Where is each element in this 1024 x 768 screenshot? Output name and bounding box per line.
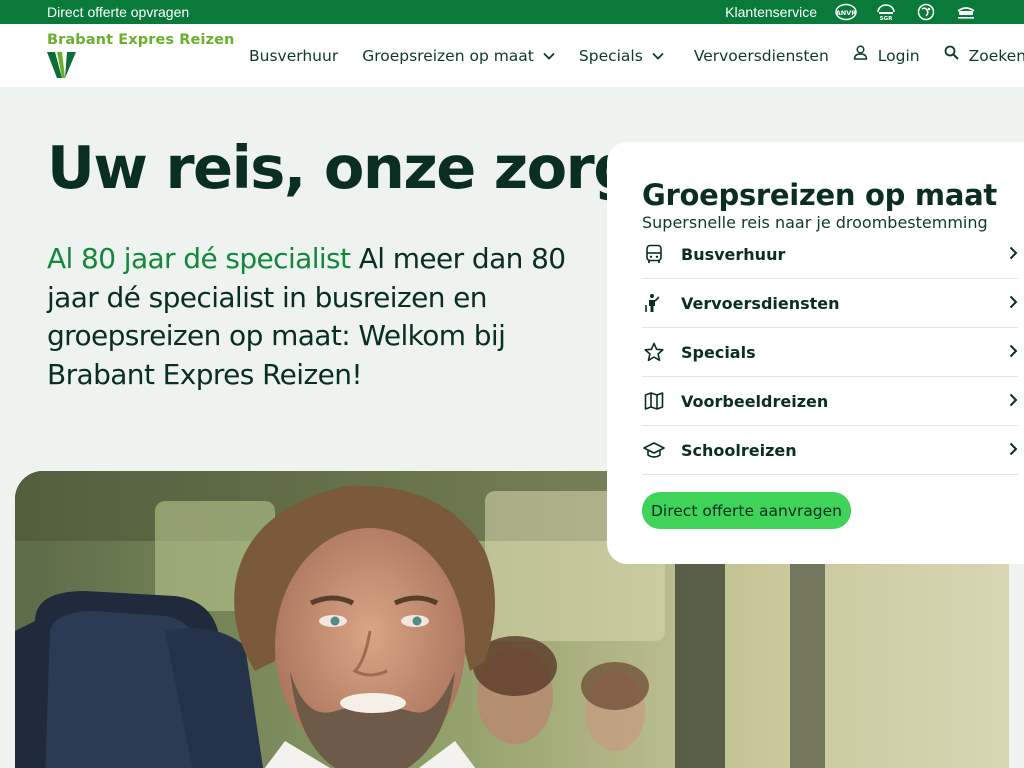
menu-item-schoolreizen[interactable]: Schoolreizen bbox=[642, 426, 1018, 475]
menu-item-label: Vervoersdiensten bbox=[681, 293, 840, 313]
hero-text: Al 80 jaar dé specialist Al meer dan 80 … bbox=[47, 240, 577, 394]
customer-service-link[interactable]: Klantenservice bbox=[725, 4, 817, 20]
chevron-right-icon bbox=[1009, 344, 1018, 358]
top-bar: Direct offerte opvragen Klantenservice A… bbox=[0, 0, 1024, 24]
nav-vervoersdiensten-label: Vervoersdiensten bbox=[693, 46, 829, 65]
direct-offerte-button[interactable]: Direct offerte aanvragen bbox=[642, 492, 852, 529]
user-icon bbox=[853, 45, 867, 60]
hero-title: Uw reis, onze zorg bbox=[47, 133, 636, 202]
anvr-certificate-icon[interactable]: ANVR bbox=[835, 3, 857, 21]
svg-text:ANVR: ANVR bbox=[836, 9, 857, 17]
nav-specials[interactable]: Specials bbox=[579, 47, 664, 65]
menu-item-voorbeeldreizen[interactable]: Voorbeeldreizen bbox=[642, 377, 1018, 426]
menu-item-label: Busverhuur bbox=[681, 244, 786, 264]
direct-offerte-link[interactable]: Direct offerte opvragen bbox=[47, 4, 189, 20]
menu-item-label: Voorbeeldreizen bbox=[681, 391, 829, 411]
nav-search[interactable]: Zoeken bbox=[944, 45, 1024, 65]
main-nav: Busverhuur Groepsreizen op maat Specials… bbox=[249, 24, 1024, 87]
chevron-down-icon bbox=[543, 52, 555, 60]
sgr-certificate-icon[interactable]: SGR bbox=[875, 3, 897, 21]
nav-login-label: Login bbox=[877, 46, 920, 65]
card-title: Groepsreizen op maat bbox=[642, 178, 997, 212]
logo-text: Brabant Expres Reizen bbox=[47, 32, 235, 48]
nav-busverhuur[interactable]: Busverhuur bbox=[249, 47, 338, 65]
chevron-right-icon bbox=[1009, 442, 1018, 456]
groepsreizen-card: Groepsreizen op maat Supersnelle reis na… bbox=[607, 142, 1024, 564]
search-icon bbox=[944, 45, 959, 60]
nav-busverhuur-label: Busverhuur bbox=[249, 46, 339, 65]
busrie-certificate-icon[interactable] bbox=[955, 3, 977, 21]
logo-mark-icon bbox=[47, 52, 76, 78]
star-icon bbox=[644, 342, 664, 362]
menu-item-busverhuur[interactable]: Busverhuur bbox=[642, 230, 1018, 279]
site-header: Brabant Expres Reizen Busverhuur Groepsr… bbox=[0, 24, 1024, 87]
nav-search-label: Zoeken bbox=[968, 46, 1024, 65]
hero-accent: Al 80 jaar dé specialist bbox=[47, 242, 351, 275]
nav-specials-label: Specials bbox=[578, 46, 643, 65]
menu-item-specials[interactable]: Specials bbox=[642, 328, 1018, 377]
chevron-right-icon bbox=[1009, 393, 1018, 407]
globe-certificate-icon[interactable] bbox=[915, 3, 937, 21]
menu-item-vervoersdiensten[interactable]: Vervoersdiensten bbox=[642, 279, 1018, 328]
svg-text:SGR: SGR bbox=[880, 16, 893, 21]
menu-item-label: Schoolreizen bbox=[681, 440, 797, 460]
card-menu: Busverhuur Vervoersdiensten Specials Voo… bbox=[642, 230, 1018, 475]
map-icon bbox=[644, 392, 664, 410]
chevron-right-icon bbox=[1009, 295, 1018, 309]
menu-item-label: Specials bbox=[681, 342, 756, 362]
graduation-cap-icon bbox=[643, 442, 665, 458]
bus-icon bbox=[646, 244, 662, 263]
chevron-right-icon bbox=[1009, 246, 1018, 260]
top-bar-right: Klantenservice ANVR SGR bbox=[725, 0, 977, 24]
person-flag-icon bbox=[645, 294, 660, 312]
nav-login[interactable]: Login bbox=[853, 45, 920, 65]
brand-logo[interactable]: Brabant Expres Reizen bbox=[47, 32, 237, 82]
nav-groepsreizen-label: Groepsreizen op maat bbox=[362, 46, 534, 65]
nav-groepsreizen[interactable]: Groepsreizen op maat bbox=[362, 47, 555, 65]
nav-vervoersdiensten[interactable]: Vervoersdiensten bbox=[694, 47, 829, 65]
chevron-down-icon bbox=[652, 52, 664, 60]
